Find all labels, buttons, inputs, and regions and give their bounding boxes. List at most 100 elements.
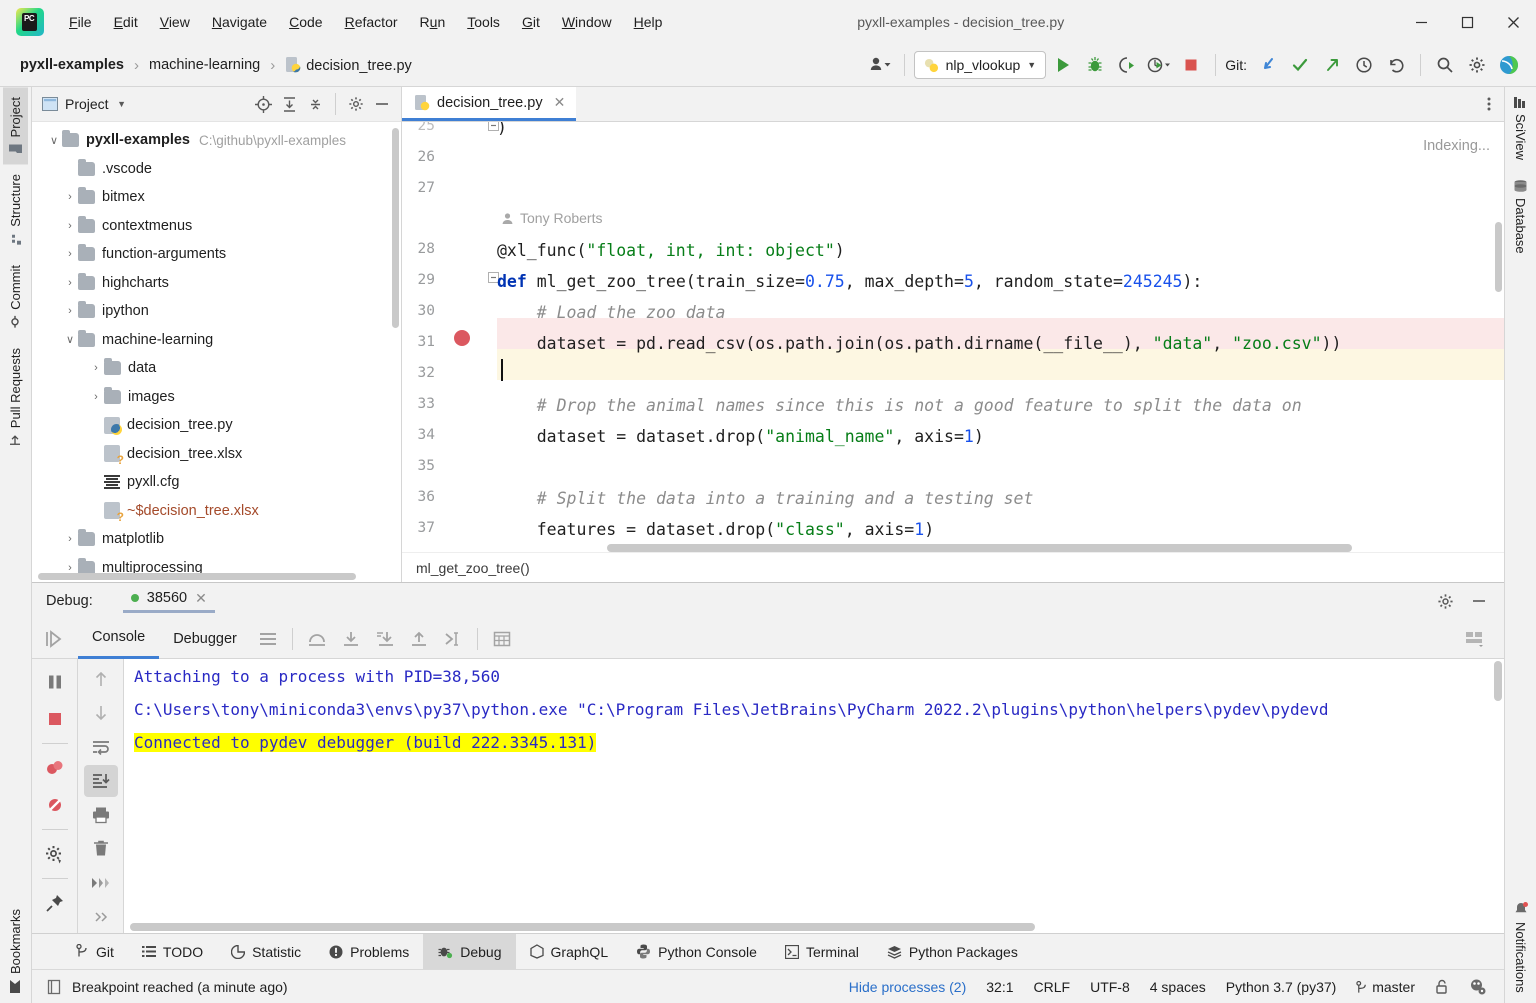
force-step-into-button[interactable] <box>368 622 402 656</box>
indent-setting[interactable]: 4 spaces <box>1140 979 1216 995</box>
menu-help[interactable]: Help <box>623 10 674 34</box>
update-project-button[interactable] <box>1253 50 1283 80</box>
tree-row-decision-tree-xlsx[interactable]: decision_tree.xlsx <box>32 440 401 469</box>
menu-file[interactable]: File <box>58 10 103 34</box>
tool-tab-todo[interactable]: TODO <box>128 934 217 969</box>
editor-tab-decision-tree[interactable]: decision_tree.py ✕ <box>402 87 577 121</box>
step-out-button[interactable] <box>402 622 436 656</box>
sidebar-item-database[interactable]: Database <box>1508 170 1533 264</box>
menu-navigate[interactable]: Navigate <box>201 10 278 34</box>
stop-button[interactable] <box>1176 50 1206 80</box>
tool-tab-debug[interactable]: Debug <box>423 934 516 969</box>
commit-button[interactable] <box>1285 50 1315 80</box>
run-to-cursor-button[interactable] <box>436 622 470 656</box>
collapse-all-icon[interactable] <box>302 91 328 117</box>
tree-row-temp-decision-tree-xlsx[interactable]: ~$decision_tree.xlsx <box>32 497 401 526</box>
sidebar-item-structure[interactable]: Structure <box>3 164 28 255</box>
tree-row-vscode[interactable]: .vscode <box>32 155 401 184</box>
tree-row-highcharts[interactable]: › highcharts <box>32 269 401 298</box>
tool-tab-git[interactable]: Git <box>62 934 128 969</box>
chevron-right-icon[interactable]: › <box>62 562 78 574</box>
minimize-button[interactable] <box>1398 0 1444 44</box>
step-over-button[interactable] <box>300 622 334 656</box>
event-log-icon[interactable] <box>46 979 62 995</box>
tool-tab-python-console[interactable]: Python Console <box>622 934 771 969</box>
read-only-toggle[interactable] <box>1425 979 1459 995</box>
hide-processes-link[interactable]: Hide processes (2) <box>839 979 977 995</box>
breadcrumb-item-file[interactable]: decision_tree.py <box>281 55 416 76</box>
pause-button[interactable] <box>38 665 72 699</box>
chevron-right-icon[interactable]: › <box>62 248 78 260</box>
project-tree[interactable]: ∨ pyxll-examples C:\github\pyxll-example… <box>32 122 401 582</box>
tool-tab-statistic[interactable]: Statistic <box>217 934 315 969</box>
menu-code[interactable]: Code <box>278 10 333 34</box>
project-scope-dropdown[interactable]: ▼ <box>109 91 135 117</box>
gear-icon[interactable] <box>343 91 369 117</box>
tab-debugger[interactable]: Debugger <box>159 619 251 659</box>
close-icon[interactable]: ✕ <box>195 590 207 607</box>
layout-settings-icon[interactable] <box>1458 622 1492 656</box>
sidebar-item-notifications[interactable]: Notifications <box>1508 892 1533 1003</box>
caret-position[interactable]: 32:1 <box>976 979 1023 995</box>
tree-row-pyxll-cfg[interactable]: pyxll.cfg <box>32 468 401 497</box>
debug-button[interactable] <box>1080 50 1110 80</box>
maximize-button[interactable] <box>1444 0 1490 44</box>
sidebar-item-commit[interactable]: Commit <box>3 255 28 338</box>
menu-git[interactable]: Git <box>511 10 551 34</box>
tool-tab-problems[interactable]: Problems <box>315 934 423 969</box>
scroll-up-button[interactable] <box>84 663 118 695</box>
expand-more-button[interactable] <box>84 901 118 933</box>
step-into-button[interactable] <box>334 622 368 656</box>
run-button[interactable] <box>1048 50 1078 80</box>
chevron-right-icon[interactable]: › <box>62 533 78 545</box>
rollback-button[interactable] <box>1381 50 1411 80</box>
view-breakpoints-button[interactable] <box>38 751 72 785</box>
show-console-button[interactable] <box>251 622 285 656</box>
tree-row-function-arguments[interactable]: › function-arguments <box>32 240 401 269</box>
editor-vertical-scrollbar[interactable] <box>1495 222 1502 292</box>
settings-button[interactable] <box>38 837 72 871</box>
print-button[interactable] <box>84 799 118 831</box>
expand-all-icon[interactable] <box>276 91 302 117</box>
menu-view[interactable]: View <box>149 10 201 34</box>
run-configuration-selector[interactable]: nlp_vlookup ▼ <box>913 51 1047 79</box>
gear-icon[interactable] <box>1428 584 1462 618</box>
chevron-right-icon[interactable]: › <box>62 220 78 232</box>
run-to-cursor-button[interactable] <box>84 867 118 899</box>
sidebar-item-sciview[interactable]: SciView <box>1508 87 1533 170</box>
tree-row-bitmex[interactable]: › bitmex <box>32 183 401 212</box>
hide-icon[interactable] <box>369 91 395 117</box>
debug-console-output[interactable]: Attaching to a process with PID=38,560 C… <box>124 659 1504 933</box>
editor-gutter[interactable]: 25 26 27 28 29 30 31 32 33 34 35 36 37 <box>402 122 499 552</box>
chevron-right-icon[interactable]: › <box>88 362 104 374</box>
tool-tab-terminal[interactable]: Terminal <box>771 934 873 969</box>
evaluate-expression-button[interactable] <box>485 622 519 656</box>
push-button[interactable] <box>1317 50 1347 80</box>
stop-button[interactable] <box>38 702 72 736</box>
breadcrumb-item-project[interactable]: pyxll-examples <box>16 55 128 75</box>
tree-row-pyxll-examples[interactable]: ∨ pyxll-examples C:\github\pyxll-example… <box>32 126 401 155</box>
tree-row-images[interactable]: › images <box>32 383 401 412</box>
git-branch-widget[interactable]: master <box>1346 979 1425 995</box>
line-separator[interactable]: CRLF <box>1024 979 1081 995</box>
sidebar-item-pull-requests[interactable]: Pull Requests <box>3 338 28 456</box>
tool-tab-graphql[interactable]: GraphQL <box>516 934 623 969</box>
chevron-right-icon[interactable]: › <box>62 191 78 203</box>
editor-horizontal-scrollbar[interactable] <box>607 544 1352 552</box>
menu-tools[interactable]: Tools <box>456 10 511 34</box>
scroll-to-end-button[interactable] <box>83 765 118 797</box>
debug-session-tab[interactable]: 38560 ✕ <box>122 590 215 613</box>
settings-button[interactable] <box>1462 50 1492 80</box>
inspection-widget[interactable] <box>1459 978 1496 995</box>
menu-edit[interactable]: Edit <box>103 10 149 34</box>
menu-window[interactable]: Window <box>551 10 623 34</box>
tree-row-decision-tree-py[interactable]: decision_tree.py <box>32 411 401 440</box>
editor-breadcrumbs[interactable]: ml_get_zoo_tree() <box>402 552 1504 582</box>
soft-wrap-button[interactable] <box>84 731 118 763</box>
run-with-coverage-button[interactable] <box>1112 50 1142 80</box>
code-text-area[interactable]: ) Tony Roberts @xl_func("float, int, int… <box>497 122 1504 552</box>
file-encoding[interactable]: UTF-8 <box>1080 979 1140 995</box>
mute-breakpoints-button[interactable] <box>38 788 72 822</box>
console-vertical-scrollbar[interactable] <box>1494 661 1502 701</box>
console-horizontal-scrollbar[interactable] <box>130 923 1035 931</box>
